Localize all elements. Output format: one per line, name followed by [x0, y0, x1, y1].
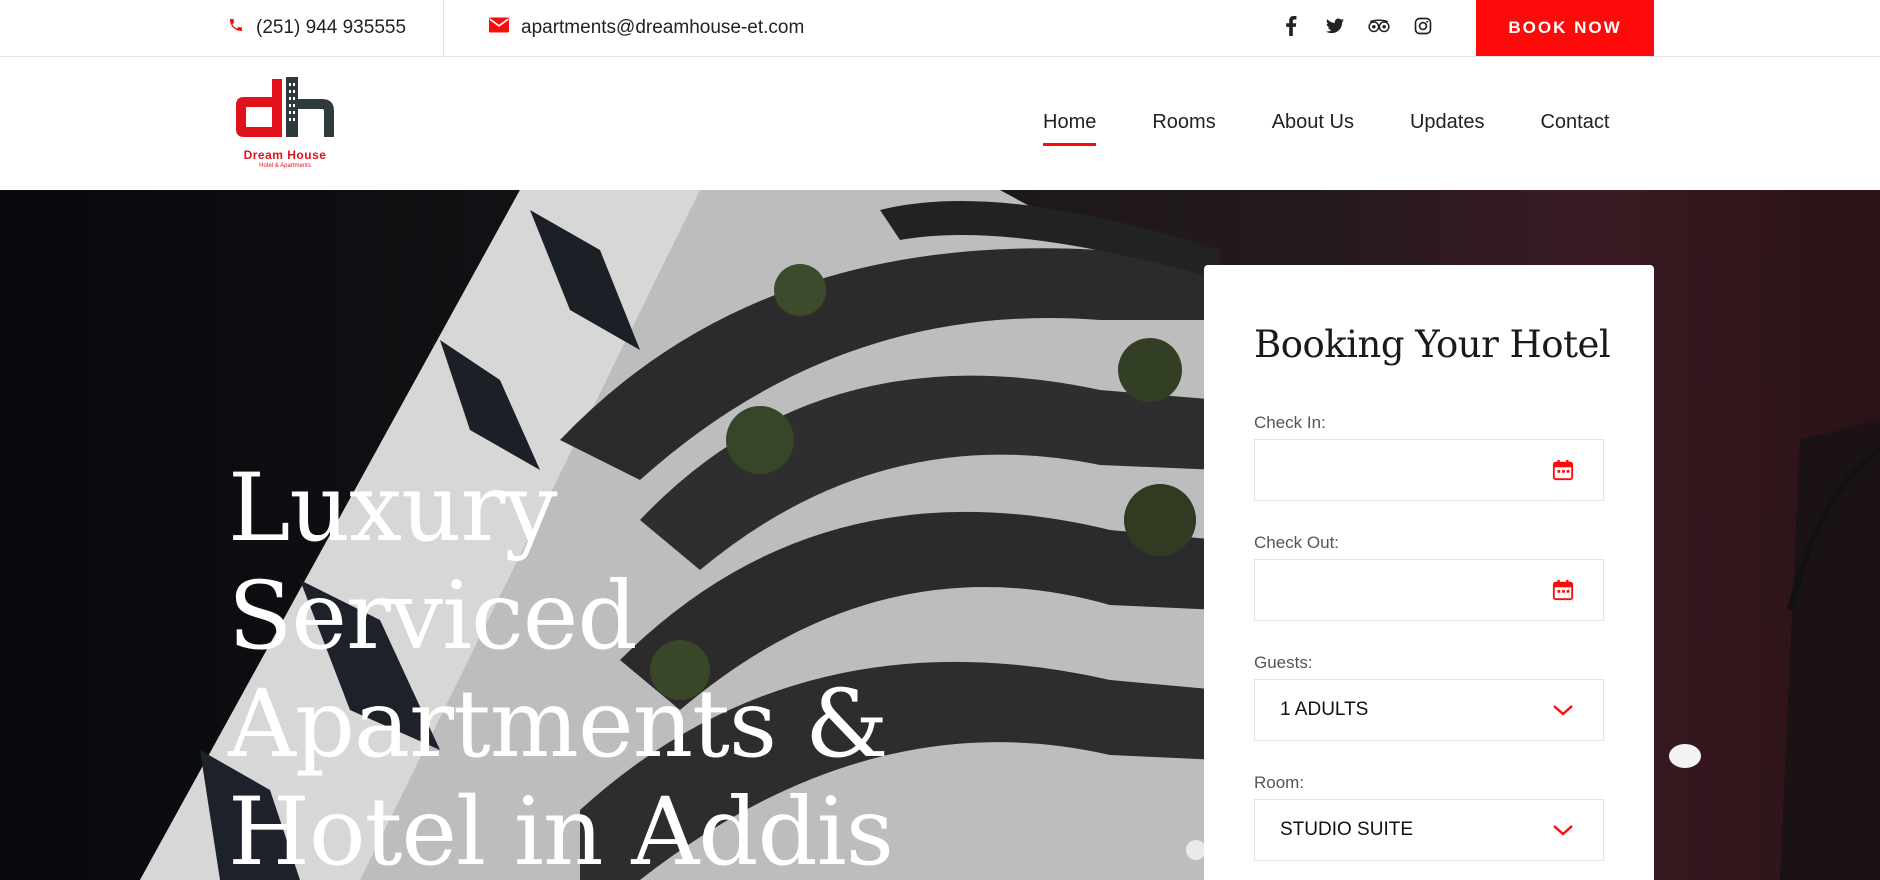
check-out-field[interactable] [1254, 559, 1604, 621]
logo[interactable]: Dream House Hotel & Apartments [232, 75, 338, 175]
brand-tagline: Hotel & Apartments [259, 163, 311, 169]
room-label: Room: [1254, 773, 1305, 792]
instagram-icon[interactable] [1412, 15, 1434, 37]
check-out-label: Check Out: [1254, 533, 1340, 552]
email-address: apartments@dreamhouse-et.com [521, 17, 805, 38]
check-in-label: Check In: [1254, 413, 1326, 432]
nav-item-rooms[interactable]: Rooms [1152, 111, 1215, 136]
calendar-icon [1551, 578, 1575, 602]
top-bar: (251) 944 935555 apartments@dreamhouse-e… [0, 0, 1880, 57]
hero-section: Luxury Serviced Apartments & Hotel in Ad… [0, 190, 1880, 880]
site-header: Dream House Hotel & Apartments Home Room… [0, 57, 1880, 190]
booking-form: Booking Your Hotel Check In: Check Out: … [1204, 265, 1654, 880]
nav-item-home[interactable]: Home [1043, 111, 1097, 146]
facebook-icon[interactable] [1280, 15, 1302, 37]
envelope-icon [489, 17, 509, 39]
social-links [1280, 0, 1434, 52]
booking-title: Booking Your Hotel [1254, 323, 1611, 366]
hero-title-line: Apartments & [228, 670, 889, 779]
main-nav: Home Rooms About Us Updates Contact [1043, 57, 1609, 190]
phone-number: (251) 944 935555 [256, 17, 407, 38]
divider [443, 0, 444, 56]
nav-item-contact[interactable]: Contact [1540, 111, 1609, 136]
calendar-icon [1551, 458, 1575, 482]
check-in-field[interactable] [1254, 439, 1604, 501]
chevron-down-icon [1551, 698, 1575, 722]
book-now-button[interactable]: BOOK NOW [1476, 0, 1654, 56]
guests-select[interactable]: 1 ADULTS [1254, 679, 1604, 741]
twitter-icon[interactable] [1324, 15, 1346, 37]
phone-contact[interactable]: (251) 944 935555 [228, 0, 406, 56]
hero-title-line: Serviced [228, 562, 638, 671]
hero-title-line: Luxury [228, 454, 558, 563]
room-select[interactable]: STUDIO SUITE [1254, 799, 1604, 861]
nav-item-about-us[interactable]: About Us [1272, 111, 1354, 136]
chevron-down-icon [1551, 818, 1575, 842]
hero-title-line: Hotel in Addis [228, 778, 894, 880]
email-contact[interactable]: apartments@dreamhouse-et.com [489, 0, 804, 56]
room-value: STUDIO SUITE [1280, 819, 1414, 840]
tripadvisor-icon[interactable] [1368, 15, 1390, 37]
hero-title: Luxury Serviced Apartments & Hotel in Ad… [228, 455, 988, 880]
guests-value: 1 ADULTS [1280, 699, 1369, 720]
phone-icon [228, 17, 244, 39]
guests-label: Guests: [1254, 653, 1313, 672]
nav-item-updates[interactable]: Updates [1410, 111, 1485, 136]
brand-name: Dream House [243, 148, 327, 162]
